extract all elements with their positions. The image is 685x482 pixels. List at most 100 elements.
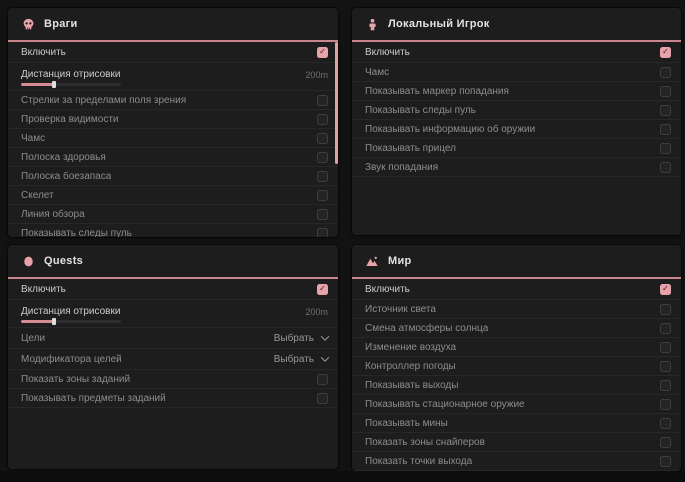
panel-local-player: Локальный Игрок Включить✓Чамс✓Показывать…	[352, 8, 681, 235]
slider-thumb[interactable]	[52, 81, 56, 88]
setting-row-toggle: Показывать стационарное оружие ✓	[352, 395, 681, 414]
setting-row-toggle: Показывать следы пуль ✓	[352, 101, 681, 120]
distance-slider[interactable]	[21, 320, 121, 323]
setting-label: Показать зоны заданий	[21, 374, 130, 385]
checkbox[interactable]: ✓	[317, 171, 328, 182]
setting-label: Включить	[365, 47, 410, 58]
checkbox[interactable]: ✓	[317, 95, 328, 106]
panel-world: Мир Включить✓Источник света✓Смена атмосф…	[352, 245, 681, 471]
setting-row-toggle: Показывать предметы заданий ✓	[8, 389, 338, 408]
setting-label: Показывать стационарное оружие	[365, 399, 525, 410]
distance-slider[interactable]	[21, 83, 121, 86]
checkbox[interactable]: ✓	[317, 209, 328, 220]
checkbox[interactable]: ✓	[660, 284, 671, 295]
checkbox[interactable]: ✓	[660, 304, 671, 315]
dropdown-value: Выбрать	[274, 333, 314, 344]
setting-row-toggle: Линия обзора ✓	[8, 205, 338, 224]
panel-quests: Quests Включить✓Дистанция отрисовки200mЦ…	[8, 245, 338, 469]
checkbox[interactable]: ✓	[660, 323, 671, 334]
setting-label: Контроллер погоды	[365, 361, 456, 372]
setting-row-toggle: Показывать мины ✓	[352, 414, 681, 433]
panel-world-header[interactable]: Мир	[352, 245, 681, 277]
panel-title: Локальный Игрок	[388, 18, 490, 30]
setting-label: Звук попадания	[365, 162, 438, 173]
setting-row-toggle: Скелет ✓	[8, 186, 338, 205]
setting-label: Цели	[21, 333, 45, 344]
checkbox[interactable]: ✓	[660, 86, 671, 97]
checkbox[interactable]: ✓	[660, 437, 671, 448]
slider-thumb[interactable]	[52, 318, 56, 325]
setting-label: Дистанция отрисовки	[21, 306, 120, 317]
skull-icon	[21, 17, 35, 31]
setting-row-toggle: Чамс ✓	[352, 63, 681, 82]
checkbox[interactable]: ✓	[317, 284, 328, 295]
setting-row-toggle: Показывать выходы✓	[352, 376, 681, 395]
setting-row-toggle: Контроллер погоды ✓	[352, 357, 681, 376]
setting-label: Изменение воздуха	[365, 342, 456, 353]
panel-title: Мир	[388, 255, 412, 267]
checkbox[interactable]: ✓	[660, 143, 671, 154]
setting-row-toggle: Чамс ✓	[8, 129, 338, 148]
setting-row-toggle: Проверка видимости ✓	[8, 110, 338, 129]
checkbox[interactable]: ✓	[660, 456, 671, 467]
setting-row-slider: Дистанция отрисовки 200m	[8, 63, 338, 91]
setting-label: Показывать следы пуль	[21, 228, 132, 238]
slider-value: 200m	[305, 70, 328, 80]
setting-row-toggle: Включить ✓	[8, 279, 338, 300]
setting-row-select: Модификатора целей Выбрать	[8, 349, 338, 370]
setting-label: Скелет	[21, 190, 54, 201]
setting-row-toggle: Показать зоны снайперов ✓	[352, 433, 681, 452]
chevron-down-icon	[321, 353, 329, 361]
scrollbar-thumb[interactable]	[335, 42, 338, 164]
setting-label: Полоска боезапаса	[21, 171, 111, 182]
checkbox[interactable]: ✓	[660, 67, 671, 78]
checkbox[interactable]: ✓	[317, 374, 328, 385]
checkbox[interactable]: ✓	[660, 162, 671, 173]
checkbox[interactable]: ✓	[660, 342, 671, 353]
setting-label: Включить	[21, 47, 66, 58]
checkbox[interactable]: ✓	[660, 361, 671, 372]
setting-row-select: Цели Выбрать	[8, 328, 338, 349]
checkbox[interactable]: ✓	[317, 228, 328, 238]
setting-row-toggle: Включить ✓	[8, 42, 338, 63]
circle-icon	[21, 254, 35, 268]
checkbox[interactable]: ✓	[660, 418, 671, 429]
setting-label: Дистанция отрисовки	[21, 69, 120, 80]
check-icon: ✓	[662, 48, 669, 56]
dropdown[interactable]: Выбрать	[274, 333, 328, 344]
checkbox[interactable]: ✓	[317, 47, 328, 58]
checkbox[interactable]: ✓	[317, 133, 328, 144]
slider-fill	[21, 320, 54, 323]
setting-row-toggle: Включить✓	[352, 279, 681, 300]
setting-label: Проверка видимости	[21, 114, 119, 125]
slider-label-line: Дистанция отрисовки 200m	[21, 69, 328, 80]
setting-label: Показывать мины	[365, 418, 448, 429]
panel-enemies-header[interactable]: Враги	[8, 8, 338, 40]
setting-row-toggle: Изменение воздуха ✓	[352, 338, 681, 357]
checkbox[interactable]: ✓	[317, 393, 328, 404]
setting-row-toggle: Звук попадания ✓	[352, 158, 681, 177]
checkbox[interactable]: ✓	[317, 114, 328, 125]
checkbox[interactable]: ✓	[660, 124, 671, 135]
setting-label: Включить	[21, 284, 66, 295]
checkbox[interactable]: ✓	[660, 105, 671, 116]
checkbox[interactable]: ✓	[660, 399, 671, 410]
setting-label: Линия обзора	[21, 209, 85, 220]
panel-quests-header[interactable]: Quests	[8, 245, 338, 277]
setting-label: Чамс	[365, 67, 389, 78]
checkbox[interactable]: ✓	[317, 152, 328, 163]
setting-label: Чамс	[21, 133, 45, 144]
dropdown-value: Выбрать	[274, 354, 314, 365]
checkbox[interactable]: ✓	[660, 380, 671, 391]
setting-label: Показывать предметы заданий	[21, 393, 166, 404]
check-icon: ✓	[319, 285, 326, 293]
setting-label: Показать зоны снайперов	[365, 437, 485, 448]
slider-fill	[21, 83, 54, 86]
checkbox[interactable]: ✓	[660, 47, 671, 58]
panel-local-player-header[interactable]: Локальный Игрок	[352, 8, 681, 40]
setting-label: Модификатора целей	[21, 354, 122, 365]
setting-row-toggle: Показывать прицел✓	[352, 139, 681, 158]
setting-label: Показывать следы пуль	[365, 105, 476, 116]
dropdown[interactable]: Выбрать	[274, 354, 328, 365]
checkbox[interactable]: ✓	[317, 190, 328, 201]
